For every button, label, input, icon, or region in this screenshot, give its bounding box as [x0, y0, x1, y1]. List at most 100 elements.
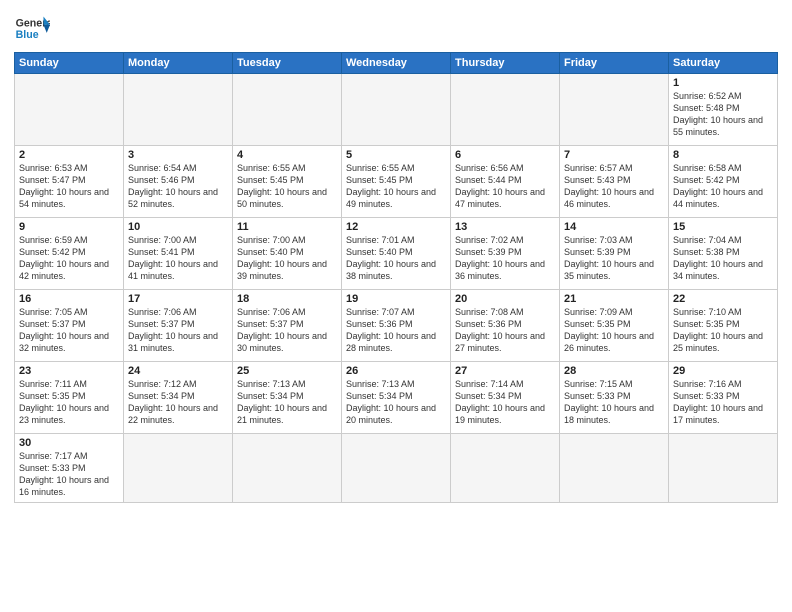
day-cell: 6Sunrise: 6:56 AM Sunset: 5:44 PM Daylig…: [451, 146, 560, 218]
day-info: Sunrise: 7:04 AM Sunset: 5:38 PM Dayligh…: [673, 234, 773, 283]
day-cell: 17Sunrise: 7:06 AM Sunset: 5:37 PM Dayli…: [124, 290, 233, 362]
day-info: Sunrise: 7:07 AM Sunset: 5:36 PM Dayligh…: [346, 306, 446, 355]
day-info: Sunrise: 6:53 AM Sunset: 5:47 PM Dayligh…: [19, 162, 119, 211]
header-day-thursday: Thursday: [451, 53, 560, 74]
day-info: Sunrise: 7:09 AM Sunset: 5:35 PM Dayligh…: [564, 306, 664, 355]
day-number: 11: [237, 221, 337, 233]
week-row-5: 30Sunrise: 7:17 AM Sunset: 5:33 PM Dayli…: [15, 434, 778, 503]
day-info: Sunrise: 7:03 AM Sunset: 5:39 PM Dayligh…: [564, 234, 664, 283]
day-cell: 2Sunrise: 6:53 AM Sunset: 5:47 PM Daylig…: [15, 146, 124, 218]
day-number: 30: [19, 437, 119, 449]
day-cell: 10Sunrise: 7:00 AM Sunset: 5:41 PM Dayli…: [124, 218, 233, 290]
day-cell: [124, 434, 233, 503]
calendar-table: SundayMondayTuesdayWednesdayThursdayFrid…: [14, 52, 778, 503]
day-cell: 21Sunrise: 7:09 AM Sunset: 5:35 PM Dayli…: [560, 290, 669, 362]
day-cell: 11Sunrise: 7:00 AM Sunset: 5:40 PM Dayli…: [233, 218, 342, 290]
day-number: 16: [19, 293, 119, 305]
day-cell: 19Sunrise: 7:07 AM Sunset: 5:36 PM Dayli…: [342, 290, 451, 362]
header-day-tuesday: Tuesday: [233, 53, 342, 74]
day-info: Sunrise: 7:14 AM Sunset: 5:34 PM Dayligh…: [455, 378, 555, 427]
day-number: 22: [673, 293, 773, 305]
day-cell: 16Sunrise: 7:05 AM Sunset: 5:37 PM Dayli…: [15, 290, 124, 362]
day-cell: 28Sunrise: 7:15 AM Sunset: 5:33 PM Dayli…: [560, 362, 669, 434]
day-info: Sunrise: 7:02 AM Sunset: 5:39 PM Dayligh…: [455, 234, 555, 283]
day-info: Sunrise: 7:08 AM Sunset: 5:36 PM Dayligh…: [455, 306, 555, 355]
week-row-4: 23Sunrise: 7:11 AM Sunset: 5:35 PM Dayli…: [15, 362, 778, 434]
day-number: 24: [128, 365, 228, 377]
day-number: 21: [564, 293, 664, 305]
day-number: 1: [673, 77, 773, 89]
day-cell: 25Sunrise: 7:13 AM Sunset: 5:34 PM Dayli…: [233, 362, 342, 434]
day-info: Sunrise: 7:01 AM Sunset: 5:40 PM Dayligh…: [346, 234, 446, 283]
week-row-3: 16Sunrise: 7:05 AM Sunset: 5:37 PM Dayli…: [15, 290, 778, 362]
day-info: Sunrise: 7:13 AM Sunset: 5:34 PM Dayligh…: [346, 378, 446, 427]
day-cell: 7Sunrise: 6:57 AM Sunset: 5:43 PM Daylig…: [560, 146, 669, 218]
week-row-0: 1Sunrise: 6:52 AM Sunset: 5:48 PM Daylig…: [15, 74, 778, 146]
day-number: 7: [564, 149, 664, 161]
day-cell: [669, 434, 778, 503]
day-cell: [451, 74, 560, 146]
day-number: 29: [673, 365, 773, 377]
header-day-wednesday: Wednesday: [342, 53, 451, 74]
day-number: 2: [19, 149, 119, 161]
day-info: Sunrise: 6:57 AM Sunset: 5:43 PM Dayligh…: [564, 162, 664, 211]
day-cell: 23Sunrise: 7:11 AM Sunset: 5:35 PM Dayli…: [15, 362, 124, 434]
day-info: Sunrise: 7:11 AM Sunset: 5:35 PM Dayligh…: [19, 378, 119, 427]
day-number: 20: [455, 293, 555, 305]
day-number: 8: [673, 149, 773, 161]
day-cell: 27Sunrise: 7:14 AM Sunset: 5:34 PM Dayli…: [451, 362, 560, 434]
day-number: 14: [564, 221, 664, 233]
svg-text:Blue: Blue: [16, 29, 39, 41]
header: General Blue: [14, 10, 778, 46]
day-cell: 14Sunrise: 7:03 AM Sunset: 5:39 PM Dayli…: [560, 218, 669, 290]
day-info: Sunrise: 7:05 AM Sunset: 5:37 PM Dayligh…: [19, 306, 119, 355]
day-cell: 18Sunrise: 7:06 AM Sunset: 5:37 PM Dayli…: [233, 290, 342, 362]
day-number: 6: [455, 149, 555, 161]
day-info: Sunrise: 6:52 AM Sunset: 5:48 PM Dayligh…: [673, 90, 773, 139]
logo: General Blue: [14, 10, 50, 46]
week-row-2: 9Sunrise: 6:59 AM Sunset: 5:42 PM Daylig…: [15, 218, 778, 290]
day-cell: [342, 434, 451, 503]
day-cell: [560, 434, 669, 503]
day-number: 26: [346, 365, 446, 377]
day-cell: 30Sunrise: 7:17 AM Sunset: 5:33 PM Dayli…: [15, 434, 124, 503]
day-cell: [124, 74, 233, 146]
day-cell: 15Sunrise: 7:04 AM Sunset: 5:38 PM Dayli…: [669, 218, 778, 290]
day-number: 23: [19, 365, 119, 377]
day-cell: [342, 74, 451, 146]
day-info: Sunrise: 6:58 AM Sunset: 5:42 PM Dayligh…: [673, 162, 773, 211]
header-day-sunday: Sunday: [15, 53, 124, 74]
day-number: 9: [19, 221, 119, 233]
day-cell: 20Sunrise: 7:08 AM Sunset: 5:36 PM Dayli…: [451, 290, 560, 362]
logo-icon: General Blue: [14, 10, 50, 46]
day-number: 5: [346, 149, 446, 161]
day-info: Sunrise: 6:55 AM Sunset: 5:45 PM Dayligh…: [237, 162, 337, 211]
day-info: Sunrise: 7:13 AM Sunset: 5:34 PM Dayligh…: [237, 378, 337, 427]
day-cell: [233, 74, 342, 146]
header-day-friday: Friday: [560, 53, 669, 74]
day-number: 18: [237, 293, 337, 305]
day-number: 15: [673, 221, 773, 233]
day-cell: 26Sunrise: 7:13 AM Sunset: 5:34 PM Dayli…: [342, 362, 451, 434]
day-cell: 1Sunrise: 6:52 AM Sunset: 5:48 PM Daylig…: [669, 74, 778, 146]
day-cell: [560, 74, 669, 146]
day-number: 27: [455, 365, 555, 377]
day-number: 19: [346, 293, 446, 305]
day-cell: 12Sunrise: 7:01 AM Sunset: 5:40 PM Dayli…: [342, 218, 451, 290]
header-row: SundayMondayTuesdayWednesdayThursdayFrid…: [15, 53, 778, 74]
day-cell: 9Sunrise: 6:59 AM Sunset: 5:42 PM Daylig…: [15, 218, 124, 290]
day-cell: [15, 74, 124, 146]
header-day-saturday: Saturday: [669, 53, 778, 74]
day-number: 25: [237, 365, 337, 377]
day-info: Sunrise: 7:00 AM Sunset: 5:41 PM Dayligh…: [128, 234, 228, 283]
day-info: Sunrise: 7:06 AM Sunset: 5:37 PM Dayligh…: [128, 306, 228, 355]
day-number: 13: [455, 221, 555, 233]
week-row-1: 2Sunrise: 6:53 AM Sunset: 5:47 PM Daylig…: [15, 146, 778, 218]
day-info: Sunrise: 7:17 AM Sunset: 5:33 PM Dayligh…: [19, 450, 119, 499]
day-number: 28: [564, 365, 664, 377]
day-info: Sunrise: 7:10 AM Sunset: 5:35 PM Dayligh…: [673, 306, 773, 355]
day-number: 10: [128, 221, 228, 233]
day-cell: 24Sunrise: 7:12 AM Sunset: 5:34 PM Dayli…: [124, 362, 233, 434]
day-info: Sunrise: 7:00 AM Sunset: 5:40 PM Dayligh…: [237, 234, 337, 283]
day-info: Sunrise: 7:06 AM Sunset: 5:37 PM Dayligh…: [237, 306, 337, 355]
